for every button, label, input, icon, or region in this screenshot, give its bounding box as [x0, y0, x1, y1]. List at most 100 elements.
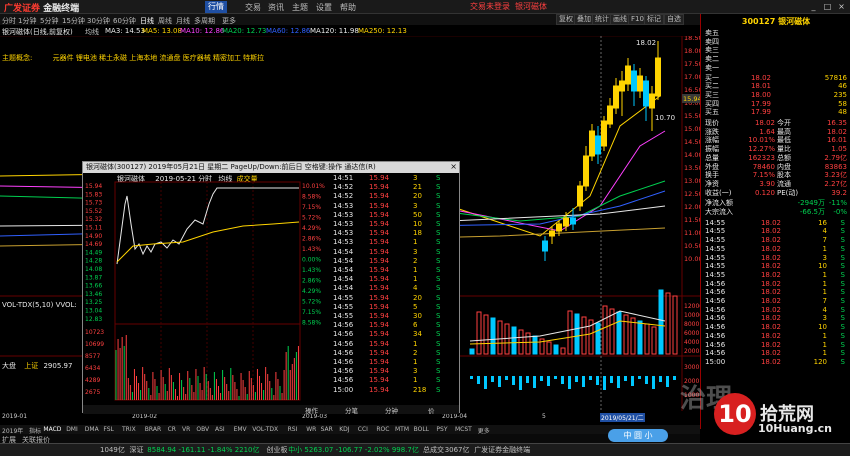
minimize-button[interactable]: _ — [808, 1, 819, 12]
popup-tick-v: 21 — [413, 183, 422, 192]
stats-button[interactable]: 统计 — [592, 14, 612, 25]
popup-tick-p: 15.94 — [369, 293, 390, 302]
period-tab-0[interactable]: 分时 — [2, 16, 16, 26]
indicator-tab[interactable]: CCI — [358, 426, 368, 433]
popup-close-button[interactable]: × — [450, 162, 457, 171]
menu-news[interactable]: 资讯 — [268, 2, 284, 13]
menu-help[interactable]: 帮助 — [340, 2, 356, 13]
tick-row-cell: 14:56 — [705, 331, 726, 340]
close-button[interactable]: × — [836, 1, 847, 12]
maximize-button[interactable]: □ — [822, 1, 833, 12]
period-tab-9[interactable]: 多周期 — [194, 16, 215, 26]
volume-bar — [490, 317, 496, 355]
popup-tick-p: 15.94 — [369, 312, 390, 320]
intraday-popup[interactable]: 银河磁体(300127) 2019年05月21日 星期二 PageUp/Down… — [82, 161, 460, 415]
volume-bar — [469, 348, 475, 355]
popup-tick-t: 14:54 — [333, 256, 354, 265]
indicator-tab[interactable]: MACD — [43, 426, 61, 433]
tick-row-cell: 14:56 — [705, 323, 726, 332]
popup-tick-p: 15.94 — [369, 348, 390, 357]
macd-axis-label: 3000 — [684, 364, 699, 371]
intraday-right-label: 4.29% — [302, 225, 321, 232]
stat-row-cell: 1.64 — [759, 127, 775, 136]
indicator-tab[interactable]: VR — [182, 426, 190, 433]
watchlist-button[interactable]: 自选 — [664, 14, 684, 25]
intraday-vol-label: 4289 — [85, 377, 100, 384]
sell-row-cell: 卖四 — [705, 37, 719, 46]
indicator-tab[interactable]: WR — [306, 426, 316, 433]
draw-button[interactable]: 画线 — [610, 14, 630, 25]
ma-item-5: MA60: 12.86 — [266, 27, 311, 35]
indicator-tab[interactable]: BOLL — [414, 426, 429, 433]
price-axis: 18.5018.0017.5017.0016.5016.0015.5015.00… — [684, 34, 703, 263]
volume-bar — [476, 311, 482, 355]
indicator-tab[interactable]: RSI — [288, 426, 298, 433]
popup-tab-1[interactable]: 分笔 — [345, 405, 358, 415]
period-tab-4[interactable]: 30分钟 — [87, 16, 110, 26]
popup-tick-v: 1 — [413, 238, 418, 247]
popup-tick-p: 15.94 — [369, 238, 390, 247]
indicator-tab[interactable]: ROC — [376, 426, 389, 433]
period-tab-10[interactable]: 更多 — [222, 16, 236, 26]
intraday-left-label: 13.66 — [85, 283, 102, 290]
tick-row-cell: 14:56 — [705, 297, 726, 305]
indicator-tab[interactable]: PSY — [436, 426, 447, 433]
mark-button[interactable]: 标记 — [644, 14, 664, 25]
period-tab-2[interactable]: 5分钟 — [40, 16, 58, 26]
popup-tick-s: S — [436, 229, 441, 238]
popup-tick-s: S — [436, 330, 441, 339]
intraday-right-label: 8.58% — [302, 320, 321, 327]
overlay-button[interactable]: 叠加 — [574, 14, 594, 25]
popup-tick-p: 15.94 — [369, 247, 390, 256]
popup-tick-t: 14:56 — [333, 376, 354, 385]
popup-tab-0[interactable]: 操作 — [305, 405, 318, 415]
popup-tick-t: 14:52 — [333, 192, 354, 201]
indicator-tab[interactable]: DMI — [66, 426, 78, 433]
period-tab-5[interactable]: 60分钟 — [113, 16, 136, 26]
period-tab-3[interactable]: 15分钟 — [62, 16, 85, 26]
indicator-tab[interactable]: SAR — [321, 426, 333, 433]
indicator-tab[interactable]: KDJ — [339, 426, 349, 433]
tick-row-cell: S — [840, 218, 845, 227]
buy-row-cell: 买五 — [705, 108, 719, 117]
indicator-tab[interactable]: VOL-TDX — [252, 426, 278, 433]
tick-row-cell: 15:00 — [705, 357, 726, 366]
period-tab-8[interactable]: 月线 — [176, 16, 190, 26]
popup-tick-p: 15.94 — [369, 229, 390, 238]
side-tool-pill[interactable]: 中 圆 小 — [608, 429, 668, 442]
indicator-tab[interactable]: BRAR — [145, 426, 161, 433]
indicator-tab[interactable]: TRIX — [122, 426, 136, 433]
intraday-chart[interactable]: 15.9415.83 15.7315.5215.32 15.1114.9014.69… — [83, 174, 333, 412]
candle-body — [637, 75, 643, 92]
popup-tick-t: 14:55 — [333, 293, 354, 302]
price-axis-label: 17.00 — [684, 73, 700, 81]
tick-row-cell: S — [840, 244, 845, 253]
indicator-tab[interactable]: ASI — [215, 426, 225, 433]
menu-quotes[interactable]: 行情 — [205, 1, 227, 13]
tick-row-cell: 1 — [822, 244, 827, 253]
menu-settings[interactable]: 设置 — [316, 2, 332, 13]
stat-row-cell: 现价 — [705, 119, 719, 127]
rights-button[interactable]: 复权 — [556, 14, 576, 25]
popup-tick-v: 1 — [413, 266, 418, 274]
popup-tab-2[interactable]: 分钟 — [385, 405, 398, 415]
indicator-tab[interactable]: OBV — [196, 426, 209, 433]
tick-row-cell: 14:55 — [705, 218, 726, 227]
indicator-tab[interactable]: MCST — [455, 426, 472, 433]
tick-row-cell: 7 — [822, 297, 827, 305]
stat-row-cell: 股本 — [777, 171, 791, 180]
indicator-tab[interactable]: CR — [168, 426, 176, 433]
popup-tab-3[interactable]: 价 — [428, 405, 435, 415]
intraday-vol-label: 2675 — [85, 389, 100, 396]
dapan-value: 2905.97 — [43, 362, 73, 370]
indicator-tab[interactable]: MTM — [395, 426, 409, 433]
indicator-tab[interactable]: EMV — [234, 426, 247, 433]
indicator-tab[interactable]: FSL — [103, 426, 114, 433]
menu-theme[interactable]: 主题 — [292, 2, 308, 13]
period-tab-6[interactable]: 日线 — [140, 16, 154, 26]
ma-legend: 银河磁体(日线,前复权) 均线 MA3: 14.53 MA5: 13.08 MA… — [0, 26, 700, 36]
menu-trade[interactable]: 交易 — [245, 2, 261, 13]
period-tab-7[interactable]: 周线 — [158, 16, 172, 26]
period-tab-1[interactable]: 1分钟 — [18, 16, 36, 26]
indicator-tab[interactable]: DMA — [85, 426, 99, 433]
